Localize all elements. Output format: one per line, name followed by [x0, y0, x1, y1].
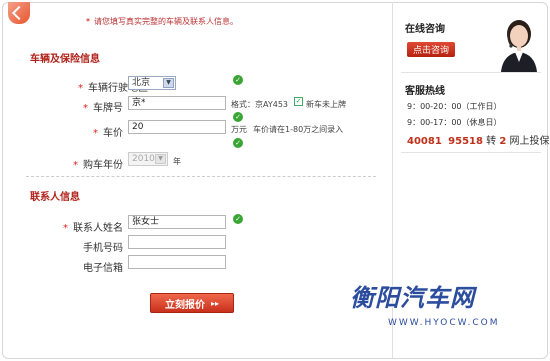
new-car-checkbox[interactable]: ✓ — [294, 97, 303, 106]
year-label: * 购车年份 — [73, 160, 123, 171]
price-range-hint: 车价请在1-80万之间录入 — [253, 125, 344, 134]
contact-section-title: 联系人信息 — [30, 192, 80, 203]
consult-title: 在线咨询 — [405, 24, 445, 35]
watermark-logo: 衡阳汽车网 — [350, 284, 475, 312]
check-ok-icon: ✓ — [233, 112, 243, 122]
hotline-number: 40081 95518 转 2 网上投保 — [407, 136, 550, 147]
vehicle-section-title: 车辆及保险信息 — [30, 54, 100, 65]
required-star-icon: * — [73, 160, 78, 171]
double-chevron-right-icon: ▸▸ — [210, 298, 220, 308]
required-star-icon: * — [83, 103, 88, 114]
hours-weekday: 9：00-20：00（工作日） — [407, 102, 502, 111]
click-consult-button[interactable]: 点击咨询 — [407, 42, 455, 57]
check-ok-icon: ✓ — [233, 214, 243, 224]
sidebar-divider — [401, 152, 541, 153]
check-ok-icon: ✓ — [233, 75, 243, 85]
required-star-icon: * — [93, 128, 98, 139]
check-ok-icon: ✓ — [233, 138, 243, 148]
notice-text: * 请您填写真实完整的车辆及联系人信息。 — [86, 16, 238, 27]
plate-format-hint: 格式：京AY453 — [231, 100, 289, 109]
mobile-label: 手机号码 — [83, 243, 123, 254]
email-input[interactable] — [128, 255, 226, 269]
agent-avatar — [493, 16, 545, 72]
plate-input[interactable]: 京* — [128, 96, 226, 110]
plate-label: * 车牌号 — [83, 103, 123, 114]
hotline-title: 客服热线 — [405, 86, 445, 97]
contact-name-label: * 联系人姓名 — [63, 223, 123, 234]
required-star-icon: * — [63, 223, 68, 234]
required-star-icon: * — [78, 83, 83, 94]
notice-label: 请您填写真实完整的车辆及联系人信息。 — [94, 17, 238, 26]
year-unit: 年 — [173, 157, 181, 166]
region-select[interactable]: 北京 ▼ — [128, 76, 176, 90]
price-label: * 车价 — [93, 128, 123, 139]
sidebar-divider — [401, 72, 541, 73]
email-label: 电子信箱 — [83, 263, 123, 274]
price-input[interactable]: 20 — [128, 120, 226, 134]
chevron-down-icon: ▼ — [155, 154, 166, 164]
price-unit: 万元 — [231, 125, 247, 134]
contact-name-input[interactable]: 张女士 — [128, 215, 226, 229]
get-quote-button[interactable]: 立刻报价 ▸▸ — [150, 293, 234, 313]
year-select[interactable]: 2010 ▼ — [128, 152, 168, 166]
watermark-url: WWW.HYOCW.COM — [388, 318, 500, 328]
mobile-input[interactable] — [128, 235, 226, 249]
hours-holiday: 9：00-17：00（休息日） — [407, 118, 502, 127]
required-star-icon: * — [86, 17, 90, 26]
section-divider — [26, 176, 376, 177]
chevron-down-icon: ▼ — [163, 78, 174, 88]
corner-tab-icon — [8, 2, 30, 24]
new-car-label: 新车未上牌 — [306, 100, 346, 109]
